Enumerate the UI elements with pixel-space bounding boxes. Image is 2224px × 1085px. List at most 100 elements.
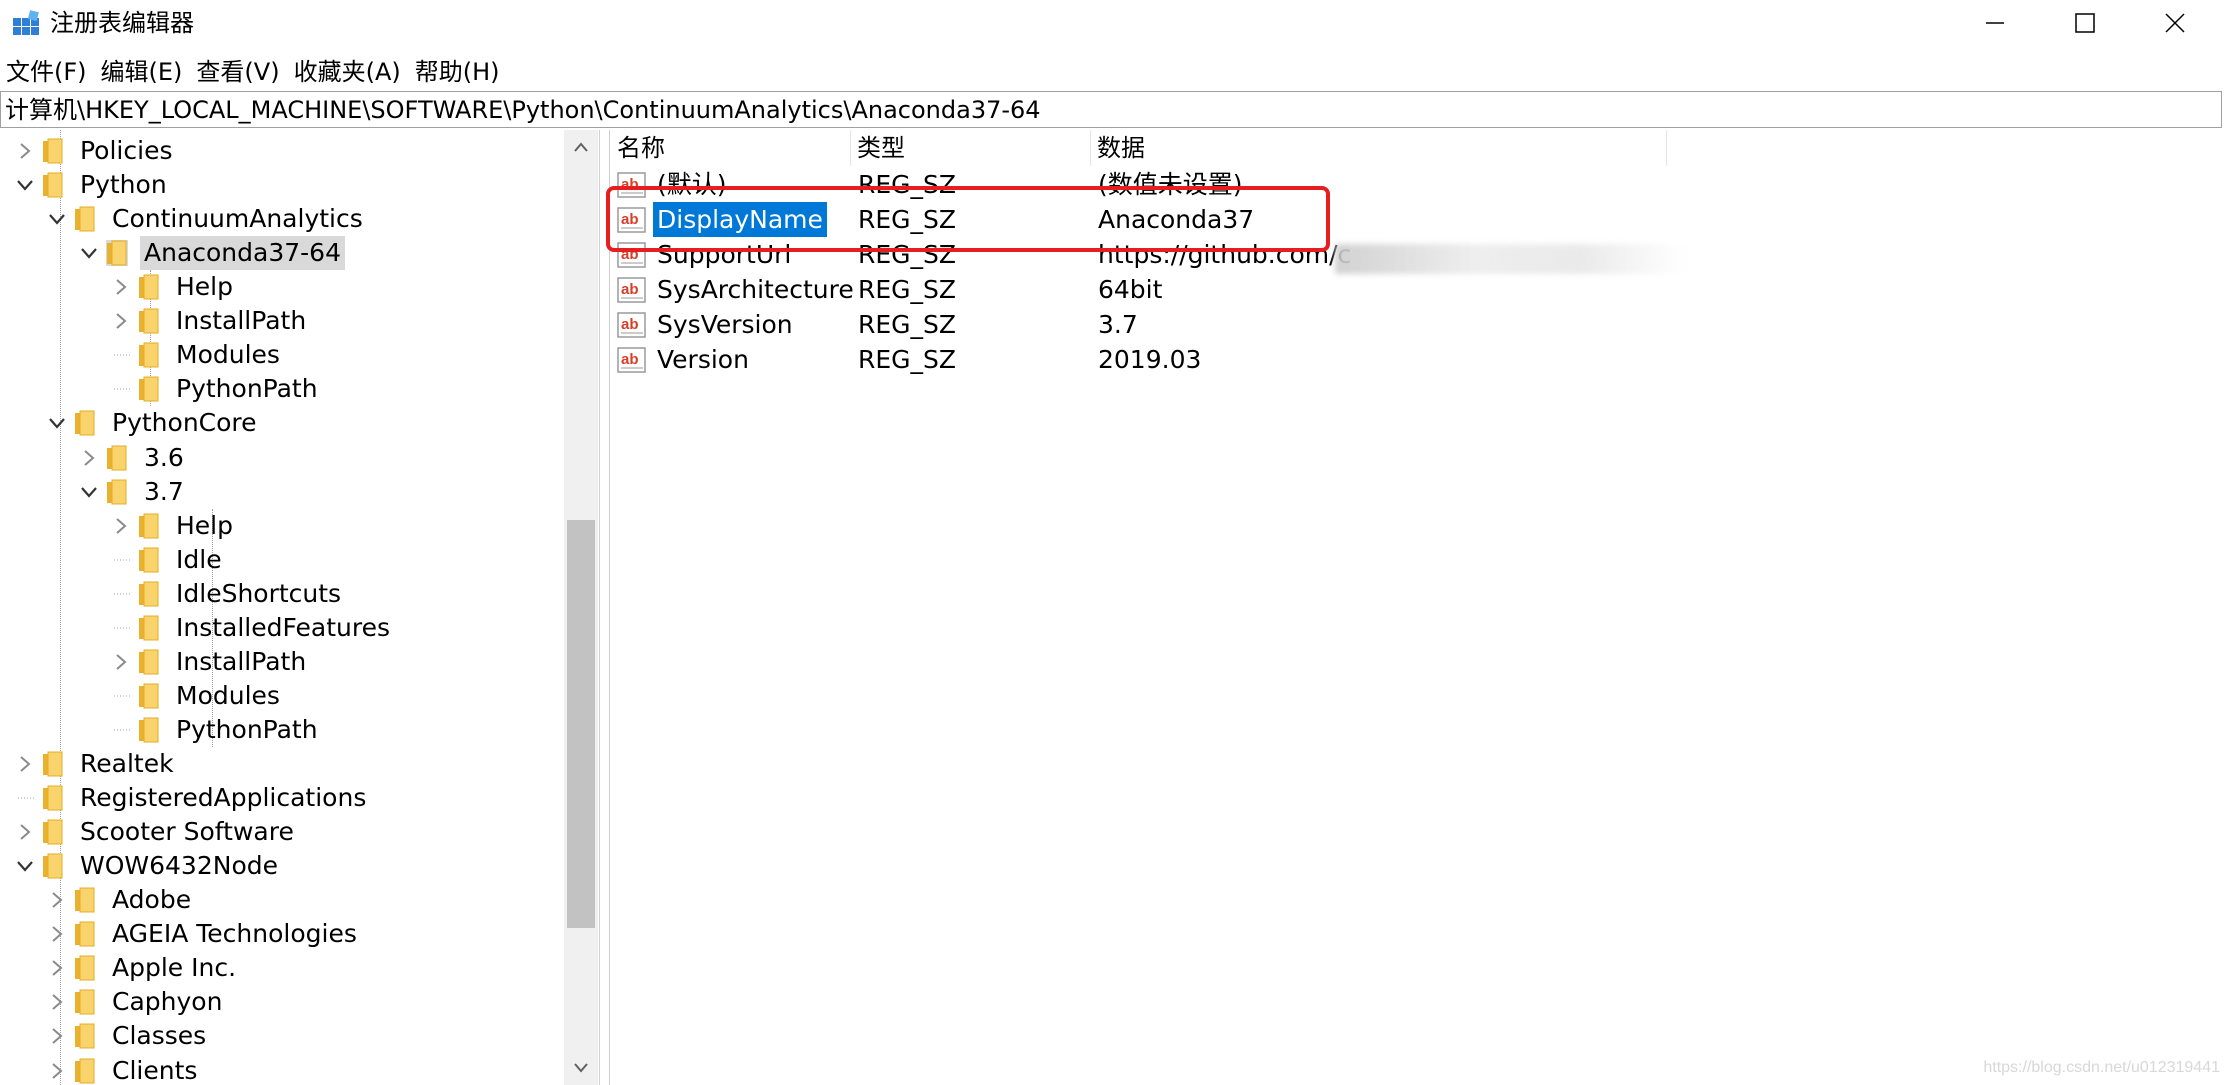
tree-node[interactable]: PythonPath (110, 713, 322, 747)
scroll-down-button[interactable] (564, 1051, 598, 1085)
chevron-right-icon[interactable] (46, 1054, 68, 1085)
registry-editor-icon (12, 10, 42, 38)
tree-node-label: Idle (176, 544, 222, 574)
chevron-down-icon[interactable] (14, 168, 36, 202)
tree-node[interactable]: Clients (46, 1054, 201, 1085)
folder-icon (106, 479, 128, 505)
menu-favorites[interactable]: 收藏夹(A) (288, 54, 407, 90)
chevron-down-icon[interactable] (78, 475, 100, 509)
tree-node[interactable]: RegisteredApplications (14, 781, 370, 815)
value-row[interactable]: ab SysVersion REG_SZ 3.7 (611, 307, 2211, 342)
tree-node[interactable]: 3.6 (78, 441, 188, 475)
tree-node[interactable]: 3.7 (78, 475, 188, 509)
chevron-right-icon[interactable] (110, 304, 132, 338)
folder-icon (42, 819, 64, 845)
tree-node[interactable]: Apple Inc. (46, 951, 240, 985)
chevron-right-icon[interactable] (78, 441, 100, 475)
value-data: 64bit (1098, 274, 1163, 304)
tree-node-label: Adobe (112, 885, 192, 915)
tree-node[interactable]: PythonPath (110, 372, 322, 406)
tree-node[interactable]: AGEIA Technologies (46, 917, 361, 951)
menu-view[interactable]: 查看(V) (190, 54, 285, 90)
tree-node-label: PythonPath (176, 714, 318, 744)
column-header-name[interactable]: 名称 (611, 130, 851, 166)
tree-node[interactable]: Classes (46, 1019, 210, 1053)
tree-node[interactable]: Help (110, 270, 237, 304)
tree-node-label: RegisteredApplications (80, 783, 367, 813)
address-bar[interactable]: 计算机\HKEY_LOCAL_MACHINE\SOFTWARE\Python\C… (0, 91, 2222, 128)
tree-node[interactable]: InstalledFeatures (110, 611, 394, 645)
value-type: REG_SZ (858, 309, 957, 339)
address-path[interactable]: 计算机\HKEY_LOCAL_MACHINE\SOFTWARE\Python\C… (5, 92, 1041, 128)
tree-node[interactable]: Help (110, 509, 237, 543)
tree-node-label: Clients (112, 1055, 198, 1085)
tree-node[interactable]: Realtek (14, 747, 178, 781)
tree-node-label: Policies (80, 136, 173, 165)
column-header-data[interactable]: 数据 (1091, 130, 1667, 166)
tree-node[interactable]: Idle (110, 543, 226, 577)
chevron-right-icon[interactable] (46, 951, 68, 985)
tree-node-label: Apple Inc. (112, 953, 237, 983)
chevron-down-icon[interactable] (14, 849, 36, 883)
tree-node[interactable]: Anaconda37-64 (78, 236, 345, 271)
tree-node-label: InstallPath (176, 646, 307, 676)
menu-help[interactable]: 帮助(H) (409, 54, 506, 90)
scroll-thumb[interactable] (567, 520, 595, 928)
menu-edit[interactable]: 编辑(E) (95, 54, 189, 90)
tree-node-label: Modules (176, 340, 280, 370)
tree-node[interactable]: ContinuumAnalytics (46, 202, 367, 236)
tree-node-label: PythonCore (112, 408, 257, 438)
menu-file[interactable]: 文件(F) (0, 54, 93, 90)
maximize-icon (2075, 13, 2095, 33)
chevron-right-icon[interactable] (14, 815, 36, 849)
tree-node[interactable]: InstallPath (110, 645, 310, 679)
tree-node[interactable]: IdleShortcuts (110, 577, 345, 611)
tree-node-label: Realtek (80, 749, 174, 778)
tree-node[interactable]: Scooter Software (14, 815, 298, 849)
chevron-right-icon[interactable] (14, 747, 36, 781)
tree-node[interactable]: InstallPath (110, 304, 310, 338)
close-button[interactable] (2130, 0, 2220, 46)
tree-node-label: AGEIA Technologies (112, 919, 357, 949)
string-value-icon: ab (617, 311, 647, 339)
chevron-right-icon[interactable] (46, 985, 68, 1019)
tree-node[interactable]: Modules (110, 679, 284, 713)
folder-icon (138, 513, 160, 539)
chevron-right-icon[interactable] (46, 883, 68, 917)
tree-node-label: Caphyon (112, 987, 223, 1017)
tree-node[interactable]: Policies (14, 134, 176, 168)
chevron-down-icon[interactable] (46, 202, 68, 236)
maximize-button[interactable] (2040, 0, 2130, 46)
tree-scrollbar[interactable] (564, 130, 598, 1085)
scroll-up-button[interactable] (564, 130, 598, 164)
chevron-right-icon[interactable] (110, 645, 132, 679)
tree-connector (110, 543, 132, 577)
folder-icon (42, 785, 64, 811)
chevron-right-icon[interactable] (46, 917, 68, 951)
tree-node[interactable]: WOW6432Node (14, 849, 282, 883)
chevron-right-icon[interactable] (14, 134, 36, 168)
chevron-right-icon[interactable] (110, 509, 132, 543)
svg-text:ab: ab (621, 316, 639, 333)
tree-connector (14, 781, 36, 815)
tree-node[interactable]: PythonCore (46, 406, 261, 440)
minimize-button[interactable] (1950, 0, 2040, 46)
tree-node[interactable]: Python (14, 168, 171, 202)
value-row[interactable]: ab SysArchitecture REG_SZ 64bit (611, 272, 2211, 307)
chevron-right-icon[interactable] (46, 1019, 68, 1053)
tree-node[interactable]: Caphyon (46, 985, 226, 1019)
chevron-up-icon (574, 142, 588, 152)
tree-node[interactable]: Adobe (46, 883, 195, 917)
window-title: 注册表编辑器 (50, 9, 194, 37)
chevron-down-icon[interactable] (78, 236, 100, 270)
value-row[interactable]: ab Version REG_SZ 2019.03 (611, 342, 2211, 377)
tree-node-label: 3.6 (144, 442, 184, 472)
pane-splitter[interactable] (600, 130, 610, 1085)
column-header-type[interactable]: 类型 (851, 130, 1091, 166)
tree-node-label: Help (176, 272, 233, 302)
value-data: 2019.03 (1098, 344, 1202, 374)
tree-node[interactable]: Modules (110, 338, 284, 372)
folder-icon (74, 1023, 96, 1049)
chevron-right-icon[interactable] (110, 270, 132, 304)
chevron-down-icon[interactable] (46, 406, 68, 440)
